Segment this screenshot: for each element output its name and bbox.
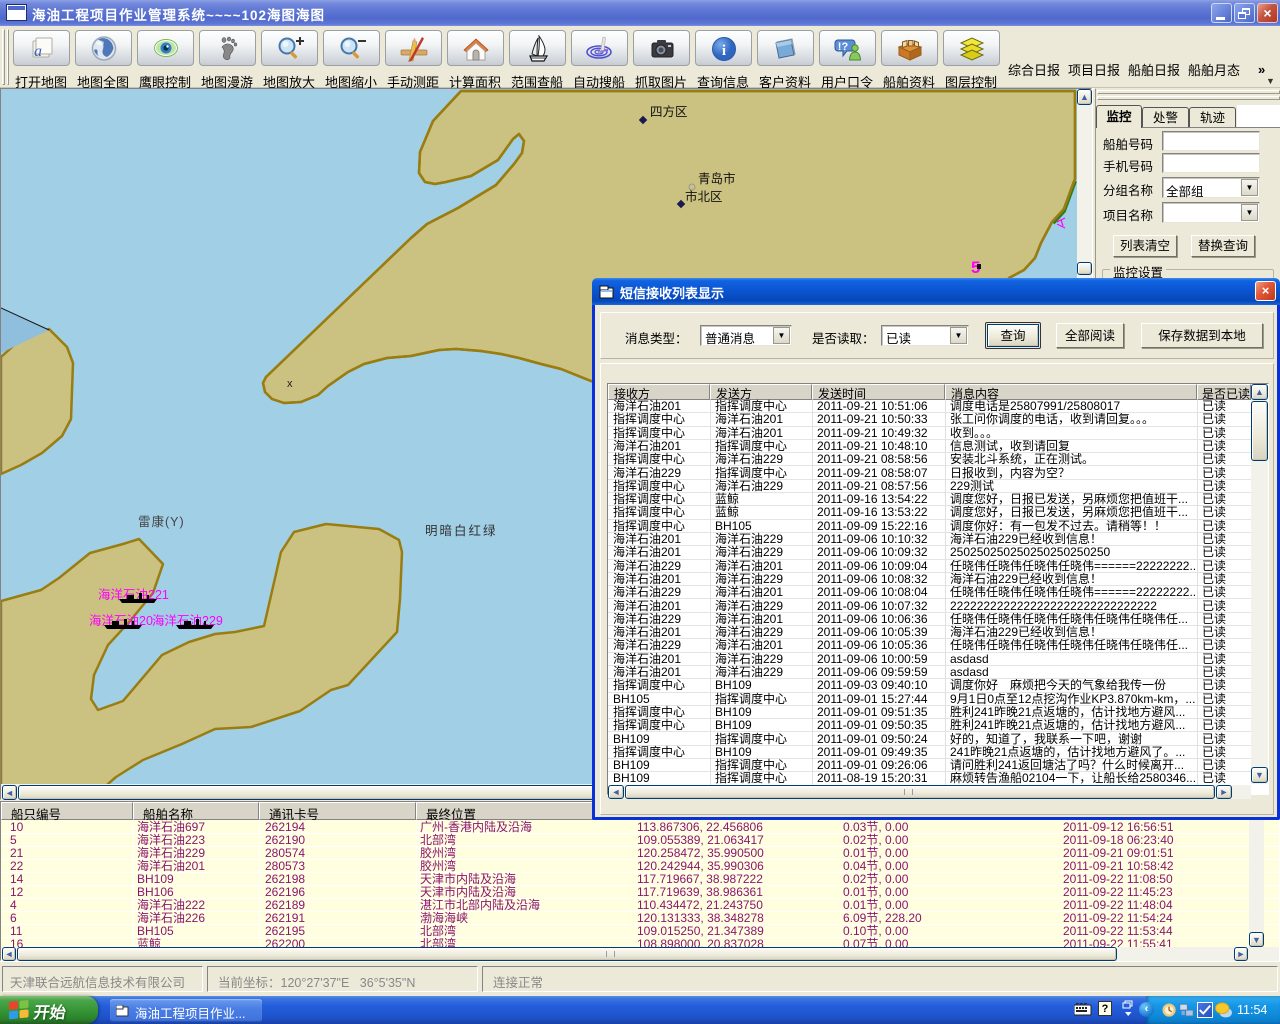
svg-text:a: a: [34, 43, 42, 60]
svg-text:明暗白红绿: 明暗白红绿: [425, 523, 498, 538]
svg-text:i: i: [722, 43, 726, 59]
svg-text:青岛市: 青岛市: [698, 171, 736, 186]
svg-text:四方区: 四方区: [650, 104, 688, 119]
svg-text:!?: !?: [838, 41, 849, 53]
svg-text:雷康(Y): 雷康(Y): [138, 514, 185, 529]
svg-text:x: x: [287, 378, 293, 390]
svg-text:市北区: 市北区: [685, 189, 723, 204]
